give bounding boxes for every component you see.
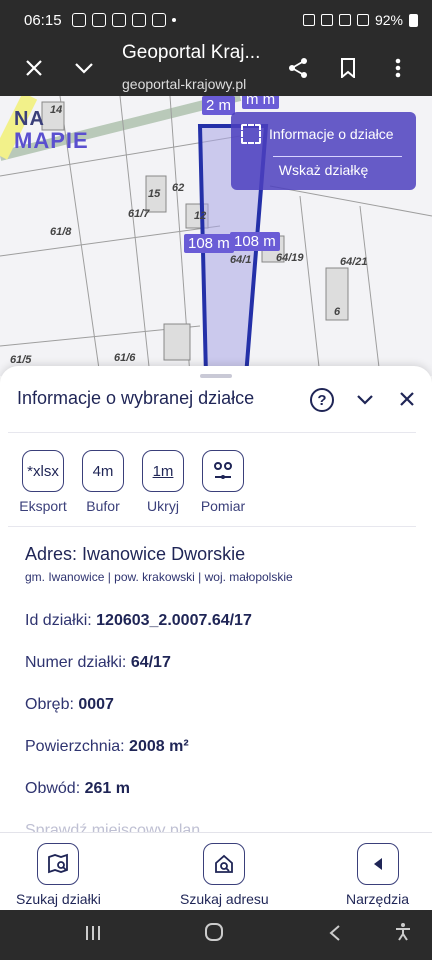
measure-points-icon — [202, 450, 244, 492]
measure-label: m m — [242, 96, 280, 109]
perimeter-value: 261 m — [84, 780, 130, 797]
local-plan-link[interactable]: Sprawdź miejscowy plan — [25, 822, 200, 832]
parcel-label: 12 — [194, 210, 207, 222]
parcel-number-value: 64/17 — [130, 654, 171, 671]
system-icons: 92% — [302, 12, 418, 28]
instagram-icon — [71, 13, 86, 27]
parcel-id-value: 120603_2.0007.64/17 — [96, 612, 252, 629]
parcel-label: 62 — [172, 182, 185, 194]
recent-apps-icon[interactable] — [84, 922, 102, 948]
precinct-row: Obręb: 0007 — [25, 696, 114, 713]
parcel-label: 14 — [50, 104, 63, 116]
parcel-id-row: Id działki: 120603_2.0007.64/17 — [25, 612, 252, 629]
map-view[interactable]: NA MAPIE 14 15 62 12 61/7 61/8 64/19 64/… — [0, 96, 432, 376]
home-search-icon — [203, 843, 246, 885]
sheet-drag-handle[interactable] — [200, 374, 232, 378]
tool-row: *xlsx Eksport 4m Bufor 1m Ukryj Pomiar — [16, 450, 250, 514]
select-area-icon — [241, 124, 261, 144]
xlsx-icon: *xlsx — [22, 450, 64, 492]
home-icon[interactable] — [204, 922, 224, 948]
parcel-label: 61/5 — [10, 354, 32, 366]
close-sheet-icon[interactable] — [394, 386, 420, 412]
share-icon[interactable] — [282, 52, 314, 84]
r-app-icon — [91, 13, 106, 27]
sheet-title: Informacje o wybranej działce — [17, 388, 255, 408]
parcel-label: 64/21 — [340, 256, 368, 268]
divider — [8, 526, 416, 527]
bookmark-icon[interactable] — [332, 52, 364, 84]
address-subtitle: gm. Iwanowice | pow. krakowski | woj. ma… — [25, 570, 293, 584]
notification-icons — [71, 13, 176, 27]
parcel-info-sheet: Informacje o wybranej działce ? *xlsx Ek… — [0, 366, 432, 832]
measure-button[interactable]: Pomiar — [196, 450, 250, 514]
status-time: 06:15 — [24, 11, 62, 29]
map-info-panel: Informacje o działce Wskaż działkę — [231, 112, 416, 190]
signal-icon — [356, 14, 369, 26]
back-icon[interactable] — [328, 922, 342, 948]
precinct-value: 0007 — [78, 696, 114, 713]
alarm-icon — [302, 14, 315, 26]
parcel-label: 6 — [334, 306, 341, 318]
app-icon — [131, 13, 146, 27]
parcel-info-label: Informacje o działce — [269, 126, 394, 142]
measure-label: 108 m — [184, 234, 234, 253]
search-parcel-button[interactable]: Szukaj działki — [16, 843, 101, 907]
ruler-icon: 1m — [142, 450, 184, 492]
parcel-number-row: Numer działki: 64/17 — [25, 654, 171, 671]
buffer-icon: 4m — [82, 450, 124, 492]
page-url: geoportal-krajowy.pl — [122, 76, 247, 92]
bottom-navigation: Szukaj działki Szukaj adresu Narzędzia — [0, 832, 432, 910]
cloud-icon — [151, 13, 166, 27]
page-title: Geoportal Kraj... — [122, 42, 261, 63]
more-dot-icon — [171, 18, 176, 22]
divider — [8, 432, 416, 433]
chevron-down-icon[interactable] — [68, 52, 100, 84]
mail-icon — [111, 13, 126, 27]
address-title: Adres: Iwanowice Dworskie — [25, 544, 246, 564]
parcel-label: 61/7 — [128, 208, 150, 220]
accessibility-icon[interactable] — [394, 922, 412, 948]
show-parcel-button[interactable]: Wskaż działkę — [231, 162, 416, 178]
parcel-label: 15 — [148, 188, 161, 200]
call-icon — [338, 14, 351, 26]
measure-label: 108 m — [230, 232, 280, 251]
battery-level: 92% — [374, 12, 403, 28]
close-icon[interactable] — [18, 52, 50, 84]
area-row: Powierzchnia: 2008 m² — [25, 738, 189, 755]
parcel-label: 61/6 — [114, 352, 136, 364]
parcel-label: 64/1 — [230, 254, 252, 266]
browser-toolbar: Geoportal Kraj... geoportal-krajowy.pl — [0, 40, 432, 96]
more-vert-icon[interactable] — [382, 52, 414, 84]
divider — [273, 156, 402, 157]
collapse-chevron-icon[interactable] — [352, 386, 378, 412]
hide-button[interactable]: 1m Ukryj — [136, 450, 190, 514]
measure-label: 2 m — [202, 96, 236, 115]
parcel-label: 61/8 — [50, 226, 72, 238]
search-address-button[interactable]: Szukaj adresu — [180, 843, 269, 907]
help-icon[interactable]: ? — [310, 388, 334, 412]
wifi-icon — [320, 14, 333, 26]
export-button[interactable]: *xlsx Eksport — [16, 450, 70, 514]
map-search-icon — [37, 843, 80, 885]
tools-button[interactable]: Narzędzia — [346, 843, 409, 907]
perimeter-row: Obwód: 261 m — [25, 780, 130, 797]
status-bar: 06:15 92% — [0, 0, 432, 40]
area-value: 2008 m² — [129, 738, 189, 755]
system-navigation-bar — [0, 910, 432, 960]
parcel-info-button[interactable]: Informacje o działce — [241, 121, 410, 147]
buffer-button[interactable]: 4m Bufor — [76, 450, 130, 514]
parcel-label: 64/19 — [276, 252, 304, 264]
chevron-left-icon — [356, 843, 399, 885]
battery-icon — [409, 13, 418, 27]
